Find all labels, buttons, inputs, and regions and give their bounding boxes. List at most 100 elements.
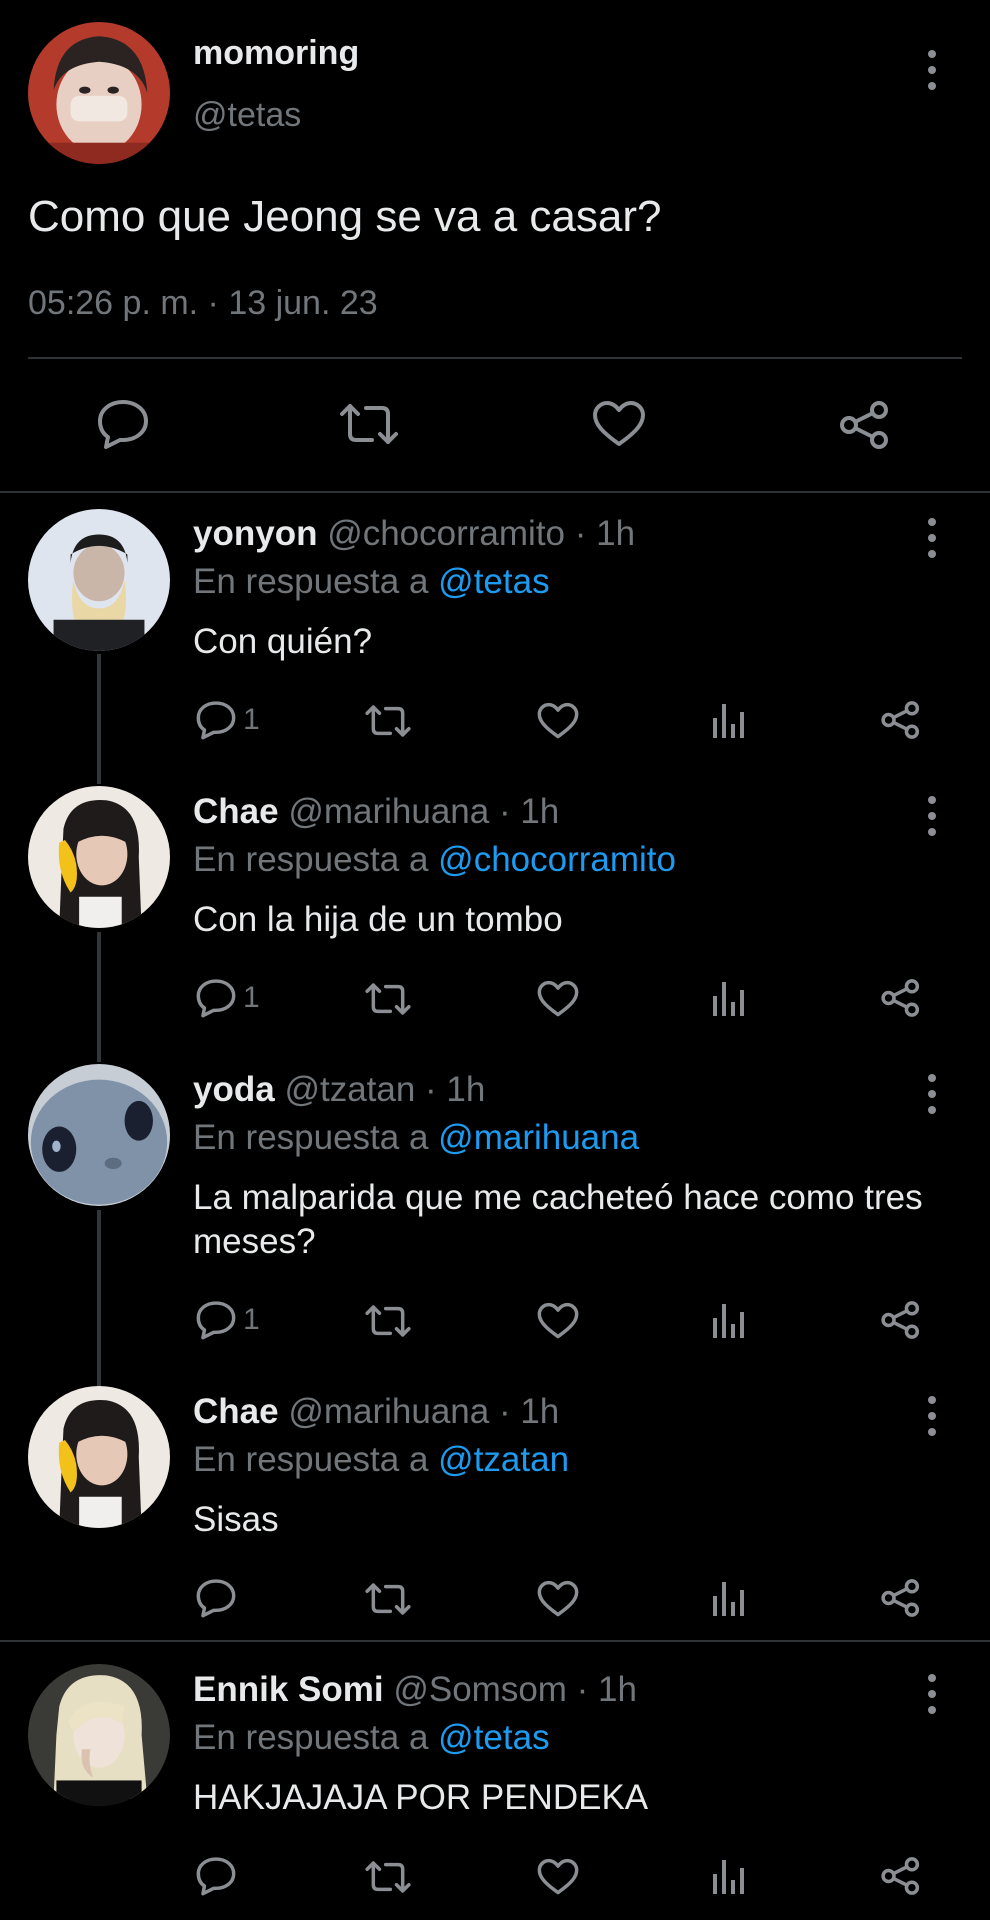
analytics-button[interactable] [711, 1300, 747, 1340]
share-button[interactable] [880, 978, 922, 1018]
author-handle[interactable]: @tetas [193, 96, 301, 135]
tweet-text: Sisas [193, 1500, 279, 1539]
reply-button[interactable]: 1 [195, 700, 260, 740]
retweet-button[interactable] [364, 1304, 412, 1338]
author-name[interactable]: yonyon [193, 514, 317, 553]
author-handle-time[interactable]: @Somsom · 1h [393, 1670, 637, 1709]
reply-icon [98, 400, 148, 449]
more-icon[interactable] [922, 1074, 942, 1114]
reply-icon [196, 1857, 236, 1896]
reply-button[interactable]: 1 [195, 1300, 260, 1340]
share-button[interactable] [838, 400, 892, 450]
retweet-button[interactable] [338, 402, 400, 446]
reply-mention[interactable]: @chocorramito [438, 840, 676, 879]
like-icon [537, 702, 579, 739]
reply-icon [196, 1301, 236, 1340]
divider [0, 491, 990, 493]
retweet-icon [365, 1861, 411, 1893]
reply-mention[interactable]: @marihuana [438, 1118, 639, 1157]
reply-mention[interactable]: @tetas [438, 1718, 549, 1757]
avatar[interactable] [28, 509, 170, 651]
retweet-button[interactable] [364, 704, 412, 738]
analytics-button[interactable] [711, 978, 747, 1018]
reply-mention[interactable]: @tetas [438, 562, 549, 601]
main-tweet: momoring @tetas Como que Jeong se va a c… [0, 0, 990, 492]
analytics-icon [713, 1582, 744, 1616]
like-button[interactable] [537, 1858, 579, 1896]
retweet-icon [365, 983, 411, 1015]
analytics-icon [713, 704, 744, 738]
author-handle-time[interactable]: @marihuana · 1h [288, 792, 559, 831]
tweet-text: La malparida que me cacheteó hace como t… [193, 1178, 923, 1261]
retweet-icon [365, 1305, 411, 1337]
reply-button[interactable]: 1 [195, 978, 260, 1018]
reply-button[interactable] [195, 1578, 243, 1618]
share-icon [881, 1579, 920, 1617]
retweet-icon [365, 1583, 411, 1615]
tweet-actions [0, 1574, 990, 1624]
author-handle-time[interactable]: @tzatan · 1h [284, 1070, 485, 1109]
reply-tweet: yonyon @chocorramito · 1h En respuesta a… [0, 506, 990, 776]
more-icon[interactable] [922, 796, 942, 836]
like-button[interactable] [537, 1302, 579, 1340]
analytics-icon [713, 1860, 744, 1894]
reply-tweet: yoda @tzatan · 1h En respuesta a @marihu… [0, 1062, 990, 1377]
author-handle-time[interactable]: @marihuana · 1h [288, 1392, 559, 1431]
reply-count: 1 [243, 981, 260, 1014]
share-icon [881, 979, 920, 1017]
reply-count: 1 [243, 1303, 260, 1336]
reply-button[interactable] [195, 1856, 243, 1896]
author-name[interactable]: Ennik Somi [193, 1670, 384, 1709]
avatar[interactable] [28, 1064, 170, 1206]
like-icon [537, 1858, 579, 1895]
retweet-icon [365, 705, 411, 737]
tweet-actions: 1 [0, 696, 990, 746]
tweet-text: Con la hija de un tombo [193, 900, 563, 939]
reply-button[interactable] [96, 398, 150, 450]
share-icon [881, 1857, 920, 1895]
tweet-timestamp[interactable]: 05:26 p. m. · 13 jun. 23 [28, 284, 378, 323]
tweet-actions [0, 1852, 990, 1902]
like-button[interactable] [537, 1580, 579, 1618]
avatar[interactable] [28, 22, 170, 164]
share-button[interactable] [880, 1578, 922, 1618]
more-icon[interactable] [922, 50, 942, 90]
avatar[interactable] [28, 1664, 170, 1806]
like-button[interactable] [592, 400, 646, 448]
reply-tweet: Chae @marihuana · 1h En respuesta a @tza… [0, 1384, 990, 1634]
author-name[interactable]: momoring [193, 34, 359, 73]
reply-mention[interactable]: @tzatan [438, 1440, 569, 1479]
like-button[interactable] [537, 702, 579, 740]
share-button[interactable] [880, 1856, 922, 1896]
share-icon [840, 401, 888, 449]
retweet-button[interactable] [364, 1582, 412, 1616]
avatar[interactable] [28, 1386, 170, 1528]
retweet-icon [340, 404, 398, 444]
share-icon [881, 701, 920, 739]
reply-tweet: Chae @marihuana · 1h En respuesta a @cho… [0, 784, 990, 1054]
like-button[interactable] [537, 980, 579, 1018]
like-icon [537, 980, 579, 1017]
more-icon[interactable] [922, 518, 942, 558]
author-name[interactable]: yoda [193, 1070, 275, 1109]
author-name[interactable]: Chae [193, 1392, 279, 1431]
retweet-button[interactable] [364, 1860, 412, 1894]
tweet-actions: 1 [0, 1296, 990, 1346]
tweet-text: Con quién? [193, 622, 373, 661]
share-button[interactable] [880, 1300, 922, 1340]
retweet-button[interactable] [364, 982, 412, 1016]
more-icon[interactable] [922, 1396, 942, 1436]
reply-icon [196, 701, 236, 740]
tweet-actions [0, 392, 990, 462]
analytics-icon [713, 1304, 744, 1338]
more-icon[interactable] [922, 1674, 942, 1714]
analytics-button[interactable] [711, 1856, 747, 1896]
author-name[interactable]: Chae [193, 792, 279, 831]
in-reply-label: En respuesta a [193, 1440, 429, 1479]
analytics-button[interactable] [711, 1578, 747, 1618]
share-button[interactable] [880, 700, 922, 740]
avatar[interactable] [28, 786, 170, 928]
analytics-button[interactable] [711, 700, 747, 740]
author-handle-time[interactable]: @chocorramito · 1h [327, 514, 635, 553]
like-icon [537, 1580, 579, 1617]
